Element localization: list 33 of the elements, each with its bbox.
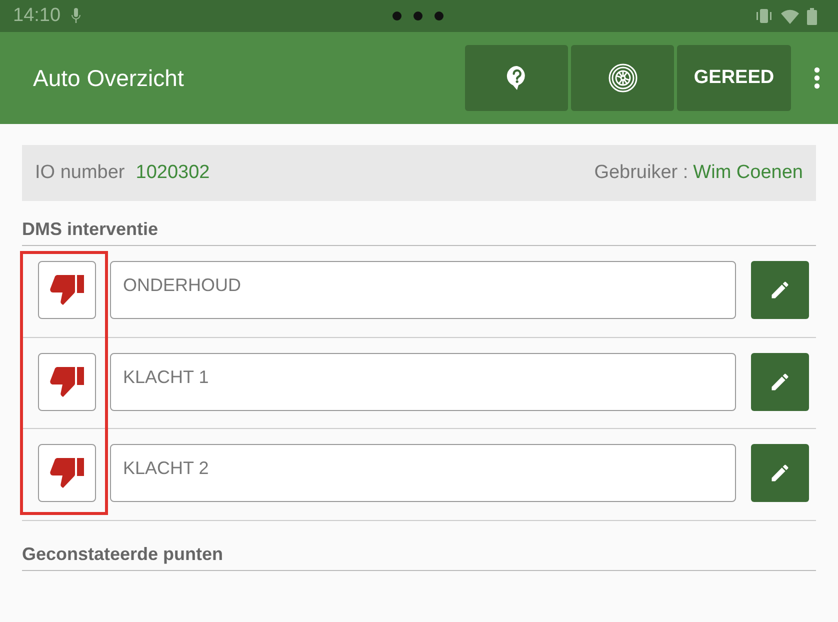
thumbs-down-button[interactable] bbox=[38, 444, 96, 502]
text-field[interactable]: ONDERHOUD bbox=[110, 261, 736, 319]
io-number-value: 1020302 bbox=[136, 160, 210, 185]
thumbs-down-icon bbox=[49, 456, 85, 490]
pencil-icon bbox=[769, 370, 791, 392]
wifi-icon bbox=[781, 8, 799, 24]
thumbs-down-button[interactable] bbox=[38, 261, 96, 319]
help-button[interactable] bbox=[465, 45, 568, 111]
edit-button[interactable] bbox=[751, 261, 809, 319]
wheel-button[interactable] bbox=[571, 45, 674, 111]
pencil-icon bbox=[769, 279, 791, 301]
pencil-icon bbox=[769, 462, 791, 484]
vibrate-icon bbox=[755, 9, 773, 23]
section-heading: Geconstateerde punten bbox=[22, 540, 816, 570]
text-field[interactable]: KLACHT 2 bbox=[110, 444, 736, 502]
edit-button[interactable] bbox=[751, 444, 809, 502]
notification-dots-icon bbox=[392, 11, 444, 21]
edit-button[interactable] bbox=[751, 352, 809, 410]
text-field[interactable]: KLACHT 1 bbox=[110, 352, 736, 410]
microphone-icon bbox=[70, 8, 81, 24]
more-menu-icon[interactable] bbox=[814, 67, 820, 89]
section-heading: DMS interventie bbox=[22, 216, 816, 246]
wheel-icon bbox=[608, 63, 638, 93]
thumbs-down-icon bbox=[49, 364, 85, 398]
user-name: Wim Coenen bbox=[693, 160, 803, 185]
user-label: Gebruiker : bbox=[594, 160, 688, 185]
app-title: Auto Overzicht bbox=[33, 64, 185, 93]
status-time: 14:10 bbox=[13, 4, 61, 28]
thumbs-down-icon bbox=[49, 273, 85, 307]
thumbs-down-button[interactable] bbox=[38, 352, 96, 410]
io-number-label: IO number bbox=[35, 160, 125, 185]
battery-icon bbox=[807, 8, 817, 24]
done-button[interactable]: GEREED bbox=[677, 45, 791, 111]
